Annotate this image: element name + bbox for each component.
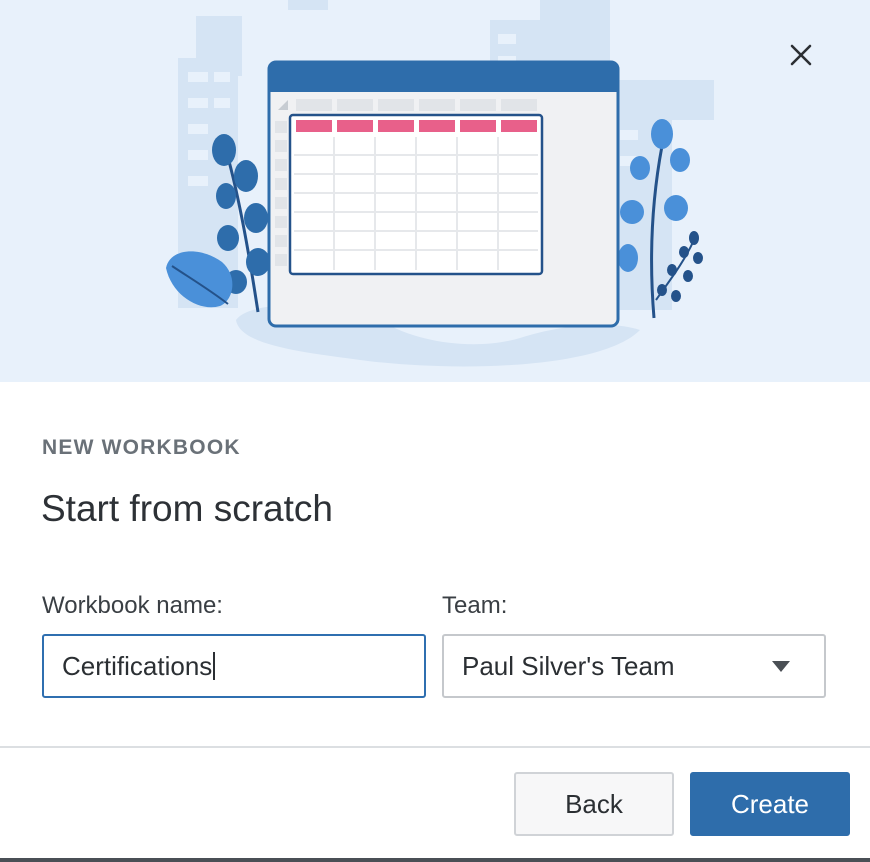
text-caret xyxy=(213,652,216,680)
close-icon[interactable] xyxy=(790,44,812,66)
create-button[interactable]: Create xyxy=(690,772,850,836)
workbook-name-label: Workbook name: xyxy=(42,592,223,619)
dialog-eyebrow: NEW WORKBOOK xyxy=(42,436,241,459)
back-button[interactable]: Back xyxy=(514,772,674,836)
spreadsheet-illustration xyxy=(166,0,714,367)
hero-illustration xyxy=(0,0,870,382)
window-bottom-edge xyxy=(0,858,870,862)
close-button[interactable] xyxy=(790,44,830,84)
dialog-title: Start from scratch xyxy=(41,488,333,529)
footer-divider xyxy=(0,746,870,748)
workbook-name-value: Certifications xyxy=(62,650,213,681)
workbook-name-input[interactable]: Certifications xyxy=(42,634,426,698)
team-select[interactable]: Paul Silver's Team xyxy=(442,634,826,698)
team-selected-value: Paul Silver's Team xyxy=(462,650,675,681)
dropdown-arrow-icon xyxy=(772,661,790,672)
team-label: Team: xyxy=(442,592,508,619)
